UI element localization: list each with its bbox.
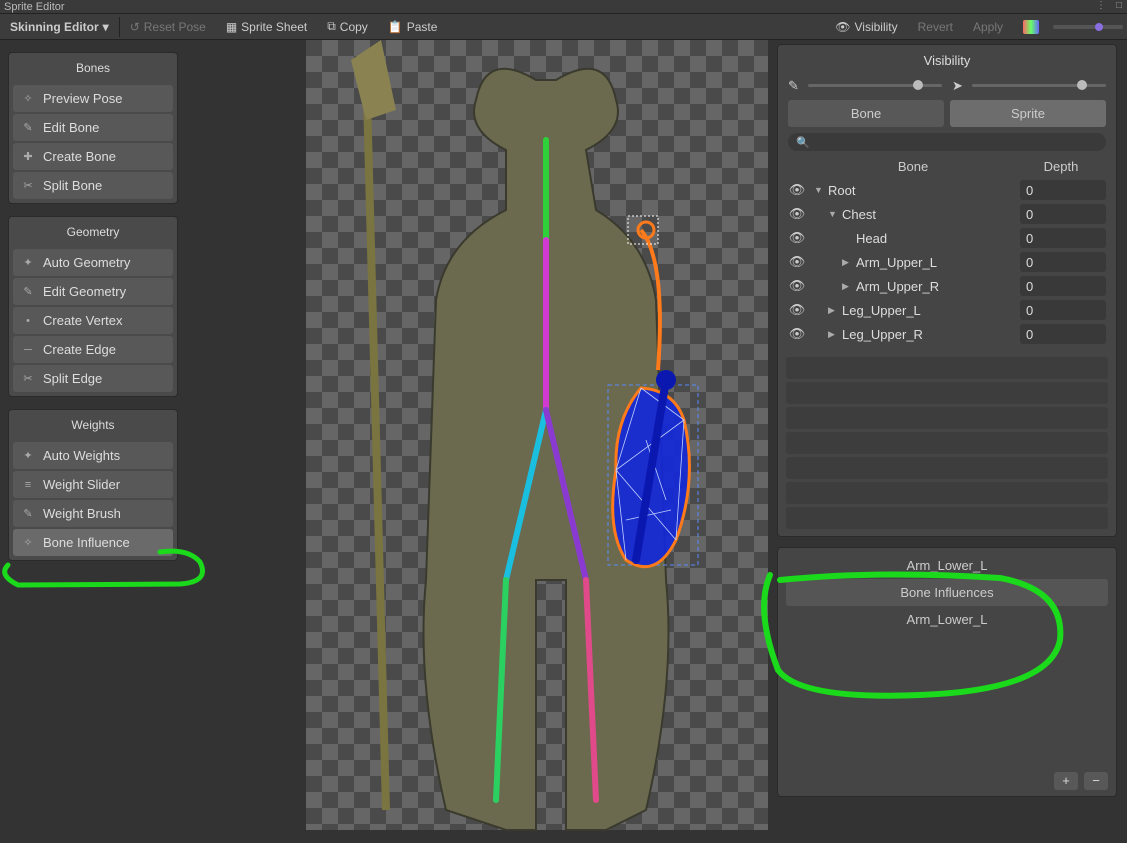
visibility-title: Visibility (778, 45, 1116, 76)
visibility-panel: Visibility ✎ ➤ Bone Sprite 🔍 Bone Depth (777, 44, 1117, 537)
copy-icon: ⧉ (327, 19, 336, 34)
bone-search-input[interactable]: 🔍 (788, 133, 1106, 151)
depth-input[interactable]: 0 (1020, 324, 1106, 344)
bone-opacity-slider[interactable]: ✎ (788, 78, 942, 92)
bone-influences-panel: Arm_Lower_L Bone Influences Arm_Lower_L … (777, 547, 1117, 797)
visibility-toggle[interactable]: 👁 Visibility (825, 14, 907, 39)
bone-name[interactable]: Head (856, 231, 1016, 246)
empty-row (786, 407, 1108, 429)
spear (366, 60, 386, 810)
visibility-eye-icon[interactable]: 👁 (788, 326, 806, 342)
tab-bone[interactable]: Bone (788, 100, 944, 127)
expand-icon[interactable]: ▶ (828, 305, 838, 316)
bone-list-header: Bone Depth (778, 155, 1116, 178)
empty-row (786, 482, 1108, 504)
visibility-eye-icon[interactable]: 👁 (788, 230, 806, 246)
bone-row-leg_upper_l[interactable]: 👁 ▶ Leg_Upper_L 0 (784, 298, 1110, 322)
brush-icon: ✎ (788, 78, 802, 92)
visibility-eye-icon[interactable]: 👁 (788, 254, 806, 270)
bone-name[interactable]: Arm_Upper_L (856, 255, 1016, 270)
maximize-icon[interactable]: □ (1113, 0, 1125, 12)
visibility-eye-icon[interactable]: 👁 (788, 278, 806, 294)
remove-influence-button[interactable]: − (1084, 772, 1108, 790)
search-icon: 🔍 (796, 136, 810, 149)
selected-sprite-label: Arm_Lower_L (778, 548, 1116, 579)
editor-toolbar: Skinning Editor▾ ↺ Reset Pose ▦ Sprite S… (0, 14, 1127, 40)
expand-icon[interactable]: ▶ (842, 281, 852, 292)
expand-icon[interactable]: ▼ (814, 185, 824, 195)
visibility-eye-icon[interactable]: 👁 (788, 206, 806, 222)
reset-pose-button[interactable]: ↺ Reset Pose (120, 14, 216, 39)
eye-icon: 👁 (835, 20, 850, 34)
visibility-eye-icon[interactable]: 👁 (788, 302, 806, 318)
bone-name[interactable]: Root (828, 183, 1016, 198)
bone-name[interactable]: Arm_Upper_R (856, 279, 1016, 294)
empty-row (786, 457, 1108, 479)
bone-row-arm_upper_l[interactable]: 👁 ▶ Arm_Upper_L 0 (784, 250, 1110, 274)
bone-row-arm_upper_r[interactable]: 👁 ▶ Arm_Upper_R 0 (784, 274, 1110, 298)
spritesheet-button[interactable]: ▦ Sprite Sheet (216, 14, 317, 39)
mesh-opacity-slider[interactable]: ➤ (952, 78, 1106, 92)
spear-head (351, 40, 396, 120)
grid-icon: ▦ (226, 20, 237, 34)
expand-icon[interactable]: ▼ (828, 209, 838, 219)
paste-button[interactable]: 📋 Paste (378, 14, 448, 39)
add-influence-button[interactable]: + (1054, 772, 1078, 790)
bone-name[interactable]: Leg_Upper_R (842, 327, 1016, 342)
opacity-slider[interactable] (1053, 25, 1123, 29)
influence-item[interactable]: Arm_Lower_L (778, 606, 1116, 633)
dock-icon[interactable]: ⋮ (1095, 0, 1107, 12)
bone-influences-header: Bone Influences (786, 579, 1108, 606)
bone-name[interactable]: Chest (842, 207, 1016, 222)
depth-input[interactable]: 0 (1020, 228, 1106, 248)
visibility-eye-icon[interactable]: 👁 (788, 182, 806, 198)
depth-input[interactable]: 0 (1020, 204, 1106, 224)
depth-input[interactable]: 0 (1020, 180, 1106, 200)
depth-input[interactable]: 0 (1020, 300, 1106, 320)
empty-row (786, 432, 1108, 454)
apply-button[interactable]: Apply (963, 14, 1013, 39)
bone-row-head[interactable]: 👁 Head 0 (784, 226, 1110, 250)
bone-row-root[interactable]: 👁 ▼ Root 0 (784, 178, 1110, 202)
color-swatch-icon (1023, 20, 1039, 34)
tab-sprite[interactable]: Sprite (950, 100, 1106, 127)
depth-input[interactable]: 0 (1020, 252, 1106, 272)
empty-row (786, 507, 1108, 529)
window-titlebar: Sprite Editor ⋮ □ (0, 0, 1127, 14)
window-title: Sprite Editor (4, 1, 65, 13)
copy-button[interactable]: ⧉ Copy (317, 14, 378, 39)
bone-name[interactable]: Leg_Upper_L (842, 303, 1016, 318)
empty-row (786, 357, 1108, 379)
expand-icon[interactable]: ▶ (828, 329, 838, 340)
expand-icon[interactable]: ▶ (842, 257, 852, 268)
pointer-icon: ➤ (952, 78, 966, 92)
depth-input[interactable]: 0 (1020, 276, 1106, 296)
reset-icon: ↺ (130, 20, 140, 34)
color-swatch-button[interactable] (1013, 14, 1049, 39)
bone-row-chest[interactable]: 👁 ▼ Chest 0 (784, 202, 1110, 226)
editor-mode-dropdown[interactable]: Skinning Editor▾ (0, 14, 119, 39)
bone-row-leg_upper_r[interactable]: 👁 ▶ Leg_Upper_R 0 (784, 322, 1110, 346)
paste-icon: 📋 (388, 20, 403, 34)
empty-row (786, 382, 1108, 404)
revert-button[interactable]: Revert (908, 14, 963, 39)
